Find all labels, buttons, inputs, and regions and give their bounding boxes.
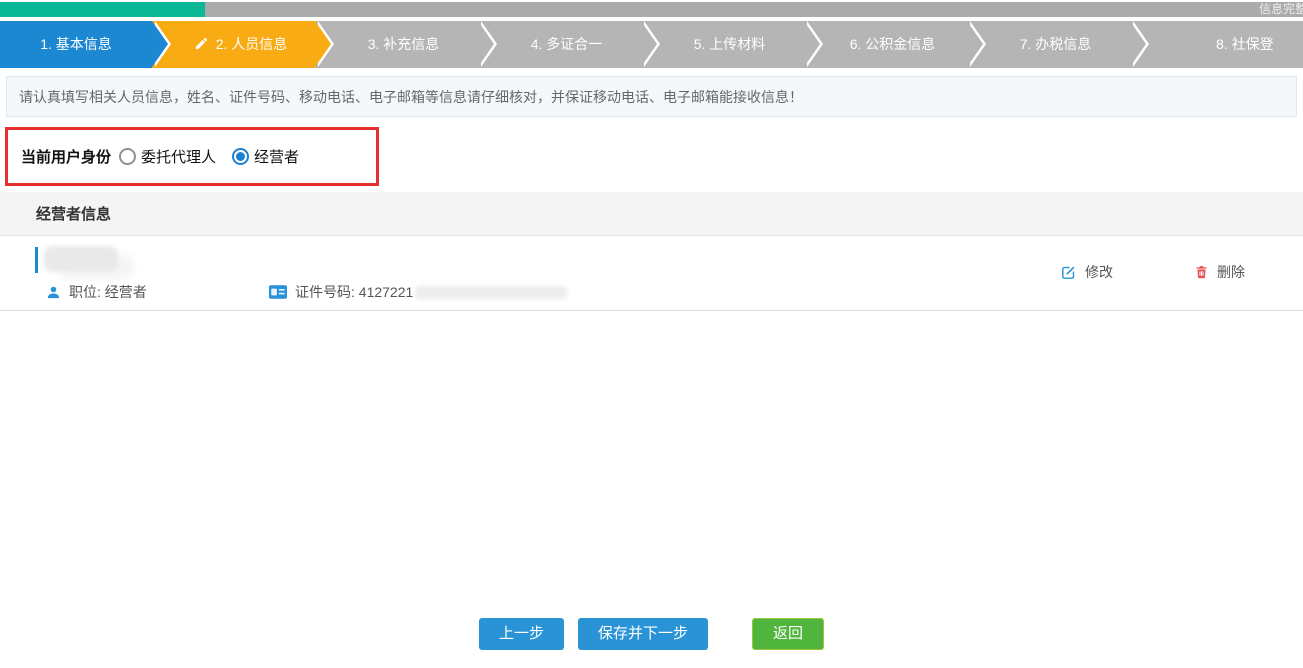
tab-supplement-info[interactable]: 3. 补充信息 <box>315 21 478 68</box>
tab-tax-info[interactable]: 7. 办税信息 <box>967 21 1130 68</box>
progress-fill <box>0 2 205 17</box>
prev-step-button[interactable]: 上一步 <box>479 618 564 650</box>
position-field: 职位: 经营者 <box>69 282 269 302</box>
tab-label: 2. 人员信息 <box>216 36 288 52</box>
notice-text: 请认真填写相关人员信息，姓名、证件号码、移动电话、电子邮箱等信息请仔细核对，并保… <box>19 87 803 107</box>
page: 信息完整 1. 基本信息 2. 人员信息 3. 补充信息 4. 多证合一 5. … <box>0 0 1303 668</box>
back-button[interactable]: 返回 <box>752 618 824 650</box>
tab-label: 1. 基本信息 <box>40 36 112 52</box>
name-accent-bar <box>35 247 38 273</box>
section-title-text: 经营者信息 <box>36 203 111 224</box>
pencil-icon <box>194 23 209 70</box>
delete-label: 删除 <box>1217 262 1245 282</box>
tab-label: 4. 多证合一 <box>531 36 603 52</box>
operator-details: 职位: 经营者 证件号码: 4127221 <box>46 282 567 302</box>
edit-button[interactable]: 修改 <box>1060 262 1113 282</box>
radio-label: 经营者 <box>254 146 299 167</box>
radio-label: 委托代理人 <box>141 146 216 167</box>
radio-checked-icon[interactable] <box>232 148 249 165</box>
footer-actions: 上一步 保存并下一步 返回 <box>0 618 1303 650</box>
tab-label: 5. 上传材料 <box>694 36 766 52</box>
radio-option-agent[interactable]: 委托代理人 <box>119 146 216 167</box>
tab-housing-fund[interactable]: 6. 公积金信息 <box>804 21 967 68</box>
id-card-icon <box>269 285 287 299</box>
save-next-button[interactable]: 保存并下一步 <box>578 618 708 650</box>
identity-label: 当前用户身份 <box>21 146 111 167</box>
tab-social-security[interactable]: 8. 社保登 <box>1130 21 1303 68</box>
identity-selector: 当前用户身份 委托代理人 经营者 <box>5 127 379 186</box>
tab-label: 3. 补充信息 <box>368 36 440 52</box>
tab-personnel-info[interactable]: 2. 人员信息 <box>152 21 315 68</box>
redacted-name <box>44 246 118 272</box>
redacted-id-tail <box>415 286 567 299</box>
edit-label: 修改 <box>1085 262 1113 282</box>
progress-label: 信息完整 <box>1259 2 1303 17</box>
section-title: 经营者信息 <box>0 192 1303 236</box>
edit-icon <box>1060 264 1077 281</box>
operator-row: 职位: 经营者 证件号码: 4127221 修改 删除 <box>0 236 1303 311</box>
radio-unchecked-icon[interactable] <box>119 148 136 165</box>
tab-label: 8. 社保登 <box>1216 36 1274 52</box>
progress-track: 信息完整 <box>0 2 1303 17</box>
radio-option-operator[interactable]: 经营者 <box>232 146 299 167</box>
delete-button[interactable]: 删除 <box>1194 262 1245 282</box>
tab-label: 6. 公积金信息 <box>850 36 936 52</box>
tab-basic-info[interactable]: 1. 基本信息 <box>0 21 152 68</box>
tab-upload-materials[interactable]: 5. 上传材料 <box>641 21 804 68</box>
tab-multi-cert[interactable]: 4. 多证合一 <box>478 21 641 68</box>
person-icon <box>46 285 61 300</box>
id-number-field: 证件号码: 4127221 <box>295 282 413 302</box>
trash-icon <box>1194 264 1209 280</box>
tab-label: 7. 办税信息 <box>1020 36 1092 52</box>
notice-banner: 请认真填写相关人员信息，姓名、证件号码、移动电话、电子邮箱等信息请仔细核对，并保… <box>6 76 1297 117</box>
step-tabs: 1. 基本信息 2. 人员信息 3. 补充信息 4. 多证合一 5. 上传材料 … <box>0 21 1303 68</box>
